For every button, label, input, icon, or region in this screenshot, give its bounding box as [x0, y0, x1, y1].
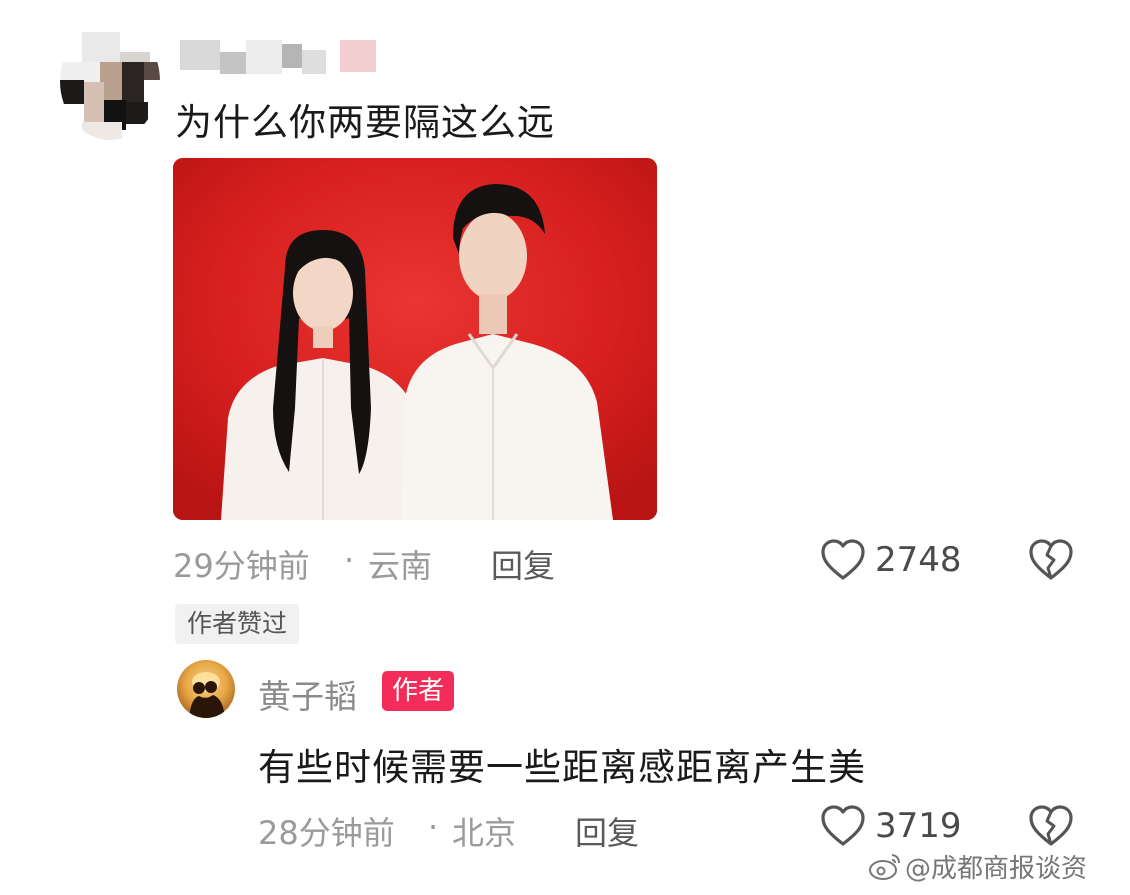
- comment-meta-separator: ·: [344, 541, 355, 579]
- comment-text: 为什么你两要隔这么远: [175, 101, 555, 144]
- reply-reply-button[interactable]: 回复: [575, 808, 639, 854]
- reply-username[interactable]: 黄子韬: [258, 670, 357, 718]
- reply-avatar[interactable]: [177, 660, 235, 718]
- source-watermark: @成都商报谈资: [905, 854, 1088, 884]
- reply-dislike-button[interactable]: [1028, 804, 1074, 852]
- reply-location: 北京: [452, 814, 517, 852]
- heart-outline-icon: [821, 539, 865, 580]
- couple-photo-illustration: [173, 158, 657, 520]
- reply-meta-separator: ·: [428, 808, 439, 846]
- broken-heart-icon: [1029, 539, 1073, 580]
- comment-like-button[interactable]: [820, 538, 866, 586]
- author-liked-tag: 作者赞过: [175, 604, 300, 644]
- comment-reply-button[interactable]: 回复: [491, 541, 555, 587]
- commenter-avatar[interactable]: [60, 22, 160, 140]
- comment-timestamp: 29分钟前: [173, 547, 310, 585]
- broken-heart-icon: [1029, 805, 1073, 846]
- author-badge: 作者: [382, 671, 455, 711]
- commenter-name-blurred[interactable]: [180, 40, 380, 74]
- couple-silhouette-avatar: [189, 672, 225, 718]
- reply-text: 有些时候需要一些距离感距离产生美: [258, 746, 866, 789]
- heart-outline-icon: [821, 805, 865, 846]
- comment-image[interactable]: [173, 158, 657, 520]
- reply-timestamp: 28分钟前: [258, 814, 395, 852]
- comment-location: 云南: [368, 547, 433, 585]
- reply-like-count: 3719: [875, 806, 962, 846]
- comment-dislike-button[interactable]: [1028, 538, 1074, 586]
- reply-like-button[interactable]: [820, 804, 866, 852]
- weibo-icon: [868, 851, 902, 885]
- comment-like-count: 2748: [875, 540, 962, 580]
